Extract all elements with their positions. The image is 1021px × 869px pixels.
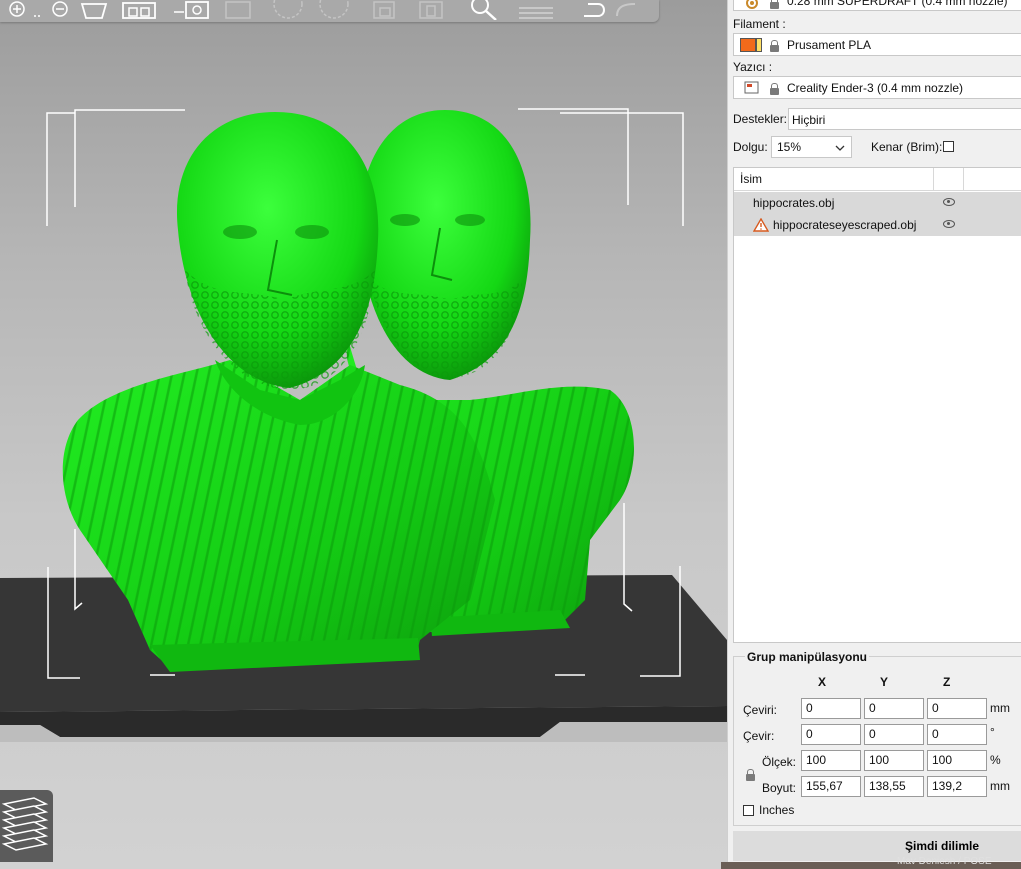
scale-unit: % <box>990 753 1001 767</box>
print-profile-select[interactable]: 0.28 mm SUPERDRAFT (0.4 mm nozzle) <box>733 0 1021 11</box>
col-y-header: Y <box>880 675 889 689</box>
redo-icon[interactable] <box>613 0 643 20</box>
printer-label: Yazıcı : <box>733 60 773 74</box>
list-item[interactable]: hippocrates.obj <box>734 192 1021 214</box>
paste-icon[interactable] <box>414 0 450 20</box>
zoom-icon[interactable] <box>466 0 502 20</box>
rotate-unit: ° <box>990 725 995 739</box>
layers-icon[interactable] <box>517 0 555 20</box>
filament-value: Prusament PLA <box>787 38 872 52</box>
translate-y-input[interactable]: 0 <box>864 698 924 719</box>
object-list[interactable]: İsim hippocrates.obj hippocrateseyescrap… <box>733 167 1021 643</box>
brim-label: Kenar (Brim): <box>871 140 943 154</box>
object-icon[interactable] <box>78 0 110 20</box>
scale-y-input[interactable]: 100 <box>864 750 924 771</box>
lock-icon <box>770 0 779 9</box>
group-manipulation-title: Grup manipülasyonu <box>745 650 870 664</box>
eye-icon[interactable] <box>943 220 955 228</box>
infill-select[interactable]: 15% <box>771 136 852 158</box>
lock-icon <box>770 40 779 52</box>
filament-select[interactable]: Prusament PLA <box>733 33 1021 56</box>
rotate-icon[interactable] <box>270 0 306 20</box>
taskbar-strip: Mav Deniesh / POSE <box>721 856 1021 869</box>
infill-value: 15% <box>777 140 802 154</box>
arrange-icon[interactable] <box>120 0 160 20</box>
layer-preview-button[interactable] <box>0 790 53 862</box>
eye-icon[interactable] <box>943 198 955 206</box>
search-object-icon[interactable] <box>172 0 212 20</box>
rotate-label: Çevir: <box>743 729 775 743</box>
supports-select[interactable]: Hiçbiri <box>788 108 1021 130</box>
visibility-column-header[interactable] <box>934 168 964 190</box>
lock-icon <box>770 83 779 95</box>
size-y-input[interactable]: 138,55 <box>864 776 924 797</box>
filament-color-swatch <box>740 38 756 52</box>
name-column-header[interactable]: İsim <box>734 168 934 190</box>
supports-label: Destekler: <box>733 112 788 126</box>
translate-label: Çeviri: <box>743 703 778 717</box>
translate-z-input[interactable]: 0 <box>927 698 987 719</box>
3d-viewport[interactable] <box>0 0 727 869</box>
name-column-label: İsim <box>740 172 762 186</box>
filament-label: Filament : <box>733 17 786 31</box>
printer-value: Creality Ender-3 (0.4 mm nozzle) <box>787 81 964 95</box>
group-manipulation-box: Grup manipülasyonu X Y Z Çeviri: 0 0 0 m… <box>733 650 1021 826</box>
object-name: hippocrateseyescraped.obj <box>773 218 917 232</box>
scale-lock-icon[interactable] <box>746 769 755 781</box>
rotate-y-input[interactable]: 0 <box>864 724 924 745</box>
translate-x-input[interactable]: 0 <box>801 698 861 719</box>
scene-canvas[interactable] <box>0 0 727 869</box>
scale-x-input[interactable]: 100 <box>801 750 861 771</box>
rotate-z-input[interactable]: 0 <box>927 724 987 745</box>
taskbar-text: Mav Deniesh / POSE <box>897 856 992 867</box>
printer-icon <box>744 81 759 94</box>
scale-icon[interactable] <box>316 0 352 20</box>
warning-icon <box>753 218 769 232</box>
size-label: Boyut: <box>762 781 797 795</box>
supports-value: Hiçbiri <box>792 113 826 127</box>
object-list-header: İsim <box>734 168 1021 191</box>
scale-label: Ölçek: <box>762 755 797 769</box>
brim-checkbox[interactable] <box>943 141 954 152</box>
rotate-x-input[interactable]: 0 <box>801 724 861 745</box>
col-x-header: X <box>818 675 827 689</box>
size-z-input[interactable]: 139,2 <box>927 776 987 797</box>
print-profile-value: 0.28 mm SUPERDRAFT (0.4 mm nozzle) <box>787 0 1008 8</box>
cut-icon[interactable] <box>222 0 254 20</box>
settings-panel: 0.28 mm SUPERDRAFT (0.4 mm nozzle) Filam… <box>727 0 1021 869</box>
object-name: hippocrates.obj <box>753 196 835 210</box>
inches-label: Inches <box>759 803 795 817</box>
translate-unit: mm <box>990 701 1010 715</box>
list-item[interactable]: hippocrateseyescraped.obj <box>734 214 1021 236</box>
gear-icon <box>746 0 758 9</box>
inches-checkbox[interactable] <box>743 805 754 816</box>
chevron-down-icon <box>835 145 845 151</box>
col-z-header: Z <box>943 675 951 689</box>
scale-z-input[interactable]: 100 <box>927 750 987 771</box>
size-unit: mm <box>990 779 1010 793</box>
copy-icon[interactable] <box>368 0 404 20</box>
zoom-out-icon[interactable] <box>32 0 72 20</box>
printer-select[interactable]: Creality Ender-3 (0.4 mm nozzle) <box>733 76 1021 99</box>
zoom-in-icon[interactable] <box>5 0 29 20</box>
layer-stack-icon <box>1 797 49 851</box>
viewport-toolbar <box>0 0 659 22</box>
undo-icon[interactable] <box>578 0 608 20</box>
infill-label: Dolgu: <box>733 140 768 154</box>
filament-color-swatch-secondary <box>756 38 762 52</box>
size-x-input[interactable]: 155,67 <box>801 776 861 797</box>
